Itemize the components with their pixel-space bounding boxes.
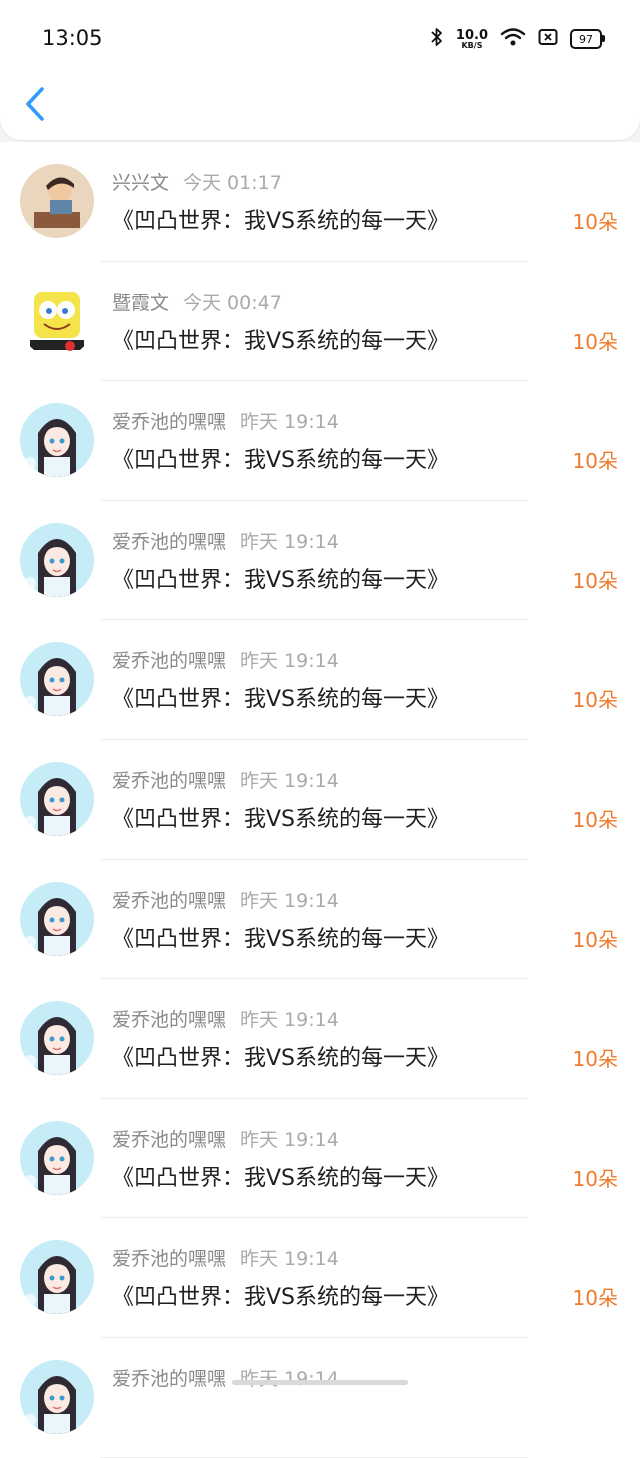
bluetooth-icon xyxy=(430,27,444,51)
user-name[interactable]: 暨霞文 xyxy=(112,292,169,314)
home-indicator[interactable] xyxy=(232,1380,408,1385)
status-time: 13:05 xyxy=(42,26,103,50)
list-item[interactable]: 爱乔池的嘿嘿 昨天 19:14 《凹凸世界：我VS系统的每一天》 10朵 xyxy=(0,1099,640,1219)
record-meta: 爱乔池的嘿嘿 昨天 19:14 xyxy=(112,766,339,793)
gift-amount: 10朵 xyxy=(572,1166,618,1191)
user-name[interactable]: 爱乔池的嘿嘿 xyxy=(112,650,226,672)
user-name[interactable]: 爱乔池的嘿嘿 xyxy=(112,1129,226,1151)
status-icons: 10.0 KB/S 97 xyxy=(430,24,605,54)
record-meta: 爱乔池的嘿嘿 昨天 19:14 xyxy=(112,646,339,673)
user-name[interactable]: 兴兴文 xyxy=(112,172,169,194)
book-title: 《凹凸世界：我VS系统的每一天》 xyxy=(112,1046,450,1072)
record-time: 昨天 19:14 xyxy=(240,411,339,434)
user-avatar[interactable] xyxy=(20,881,94,956)
record-meta: 暨霞文 今天 00:47 xyxy=(112,288,282,315)
user-name[interactable]: 爱乔池的嘿嘿 xyxy=(112,770,226,792)
gift-amount: 10朵 xyxy=(572,688,618,713)
user-name[interactable]: 爱乔池的嘿嘿 xyxy=(112,411,226,433)
gift-amount: 10朵 xyxy=(572,1047,618,1072)
record-time: 昨天 19:14 xyxy=(240,1128,339,1151)
record-meta: 爱乔池的嘿嘿 昨天 19:14 xyxy=(112,527,339,554)
list-item[interactable]: 爱乔池的嘿嘿 昨天 19:14 《凹凸世界：我VS系统的每一天》 10朵 xyxy=(0,620,640,740)
list-item[interactable]: 爱乔池的嘿嘿 昨天 19:14 《凹凸世界：我VS系统的每一天》 10朵 xyxy=(0,860,640,980)
user-avatar[interactable] xyxy=(20,283,94,358)
list-item[interactable]: 爱乔池的嘿嘿 昨天 19:14 《凹凸世界：我VS系统的每一天》 10朵 xyxy=(0,501,640,621)
user-avatar[interactable] xyxy=(20,1120,94,1195)
user-name[interactable]: 爱乔池的嘿嘿 xyxy=(112,1009,226,1031)
list-item[interactable]: 爱乔池的嘿嘿 昨天 19:14 《凹凸世界：我VS系统的每一天》 10朵 xyxy=(0,979,640,1099)
list-item[interactable]: 爱乔池的嘿嘿 昨天 19:14 《凹凸世界：我VS系统的每一天》 10朵 xyxy=(0,381,640,501)
user-name[interactable]: 爱乔池的嘿嘿 xyxy=(112,1248,226,1270)
gift-amount: 10朵 xyxy=(572,1286,618,1311)
gift-amount: 10朵 xyxy=(572,927,618,952)
list-item[interactable]: 兴兴文 今天 01:17 《凹凸世界：我VS系统的每一天》 10朵 xyxy=(0,142,640,262)
record-time: 昨天 19:14 xyxy=(240,650,339,673)
record-meta: 爱乔池的嘿嘿 昨天 19:14 xyxy=(112,886,339,913)
record-time: 昨天 19:14 xyxy=(240,1009,339,1032)
sim-off-icon xyxy=(538,28,558,50)
user-avatar[interactable] xyxy=(20,1001,94,1076)
list-item[interactable]: 爱乔池的嘿嘿 昨天 19:14 xyxy=(0,1338,640,1458)
book-title: 《凹凸世界：我VS系统的每一天》 xyxy=(112,448,450,474)
user-avatar[interactable] xyxy=(20,1359,94,1434)
user-avatar[interactable] xyxy=(20,761,94,836)
book-title: 《凹凸世界：我VS系统的每一天》 xyxy=(112,926,450,952)
book-title: 《凹凸世界：我VS系统的每一天》 xyxy=(112,328,450,354)
list-item[interactable]: 暨霞文 今天 00:47 《凹凸世界：我VS系统的每一天》 10朵 xyxy=(0,262,640,382)
user-name[interactable]: 爱乔池的嘿嘿 xyxy=(112,531,226,553)
record-time: 昨天 19:14 xyxy=(240,889,339,912)
book-title: 《凹凸世界：我VS系统的每一天》 xyxy=(112,687,450,713)
book-title: 《凹凸世界：我VS系统的每一天》 xyxy=(112,1165,450,1191)
gift-amount: 10朵 xyxy=(572,449,618,474)
record-time: 今天 01:17 xyxy=(183,172,282,194)
book-title: 《凹凸世界：我VS系统的每一天》 xyxy=(112,209,450,234)
user-avatar[interactable] xyxy=(20,164,94,238)
book-title: 《凹凸世界：我VS系统的每一天》 xyxy=(112,806,450,832)
record-time: 昨天 19:14 xyxy=(240,1248,339,1271)
record-time: 昨天 19:14 xyxy=(240,769,339,792)
network-speed: 10.0 KB/S xyxy=(455,27,488,50)
book-title: 《凹凸世界：我VS系统的每一天》 xyxy=(112,1285,450,1311)
user-avatar[interactable] xyxy=(20,522,94,597)
user-name[interactable]: 爱乔池的嘿嘿 xyxy=(112,890,226,912)
chevron-left-icon xyxy=(26,87,44,121)
record-meta: 爱乔池的嘿嘿 昨天 19:14 xyxy=(112,1244,339,1271)
battery-icon: 97 xyxy=(570,29,605,49)
record-meta: 爱乔池的嘿嘿 昨天 19:14 xyxy=(112,1005,339,1032)
record-time: 今天 00:47 xyxy=(183,291,282,314)
gift-record-list: 兴兴文 今天 01:17 《凹凸世界：我VS系统的每一天》 10朵 暨霞文 今天 0… xyxy=(0,142,640,1458)
wifi-icon xyxy=(500,27,526,51)
user-avatar[interactable] xyxy=(20,403,94,478)
user-avatar[interactable] xyxy=(20,642,94,717)
gift-amount: 10朵 xyxy=(572,568,618,593)
gift-amount: 10朵 xyxy=(572,329,618,354)
list-item[interactable]: 爱乔池的嘿嘿 昨天 19:14 《凹凸世界：我VS系统的每一天》 10朵 xyxy=(0,1218,640,1338)
back-button[interactable] xyxy=(20,84,54,124)
user-avatar[interactable] xyxy=(20,1240,94,1315)
top-bar: 13:05 10.0 KB/S 97 xyxy=(0,0,640,140)
gift-amount: 10朵 xyxy=(572,807,618,832)
book-title: 《凹凸世界：我VS系统的每一天》 xyxy=(112,567,450,593)
record-meta: 爱乔池的嘿嘿 昨天 19:14 xyxy=(112,1125,339,1152)
record-meta: 兴兴文 今天 01:17 xyxy=(112,168,282,195)
record-meta: 爱乔池的嘿嘿 昨天 19:14 xyxy=(112,407,339,434)
gift-amount: 10朵 xyxy=(572,210,618,234)
record-time: 昨天 19:14 xyxy=(240,530,339,553)
list-item[interactable]: 爱乔池的嘿嘿 昨天 19:14 《凹凸世界：我VS系统的每一天》 10朵 xyxy=(0,740,640,860)
